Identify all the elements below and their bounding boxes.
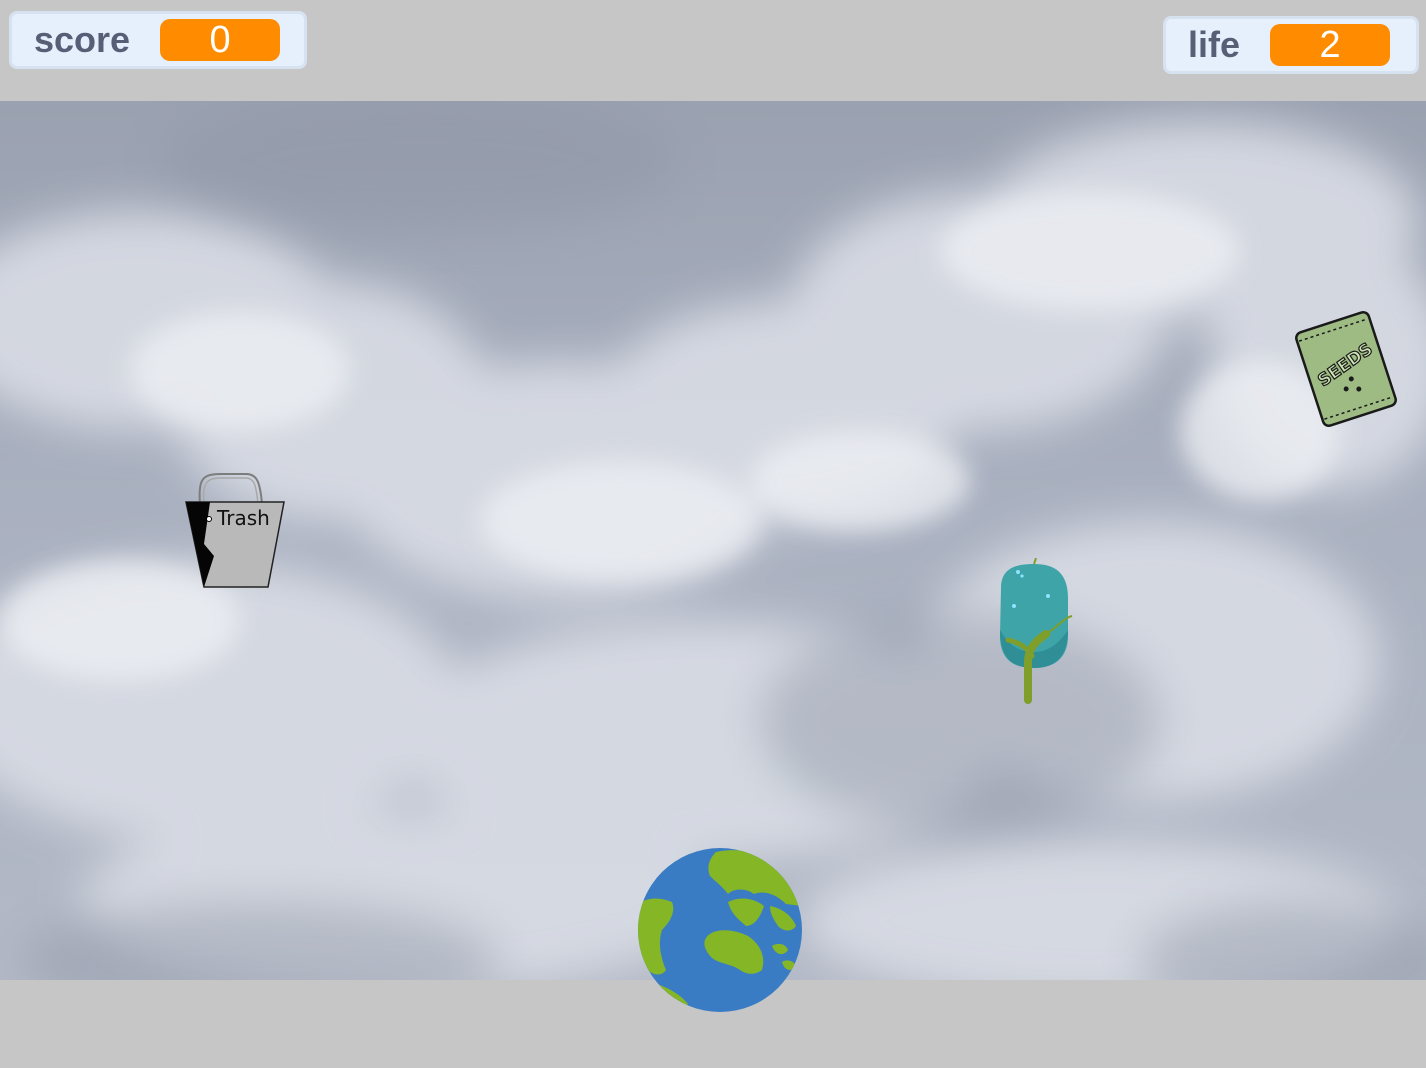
- life-label: life: [1188, 24, 1241, 65]
- life-monitor: life 2: [1163, 16, 1419, 74]
- tree-sprite[interactable]: [994, 558, 1078, 704]
- trash-label: Trash: [216, 506, 270, 530]
- score-value: 0: [160, 19, 281, 61]
- score-monitor: score 0: [9, 11, 307, 69]
- seeds-packet-sprite[interactable]: SEEDS: [1290, 308, 1402, 430]
- score-label: score: [34, 19, 131, 60]
- earth-sprite[interactable]: [636, 846, 804, 1014]
- trash-bag-icon: [185, 473, 285, 588]
- life-value: 2: [1270, 24, 1391, 66]
- earth-globe-icon: [638, 848, 802, 1012]
- tree-icon: [1000, 558, 1073, 704]
- trash-bag-sprite[interactable]: Trash: [180, 470, 290, 594]
